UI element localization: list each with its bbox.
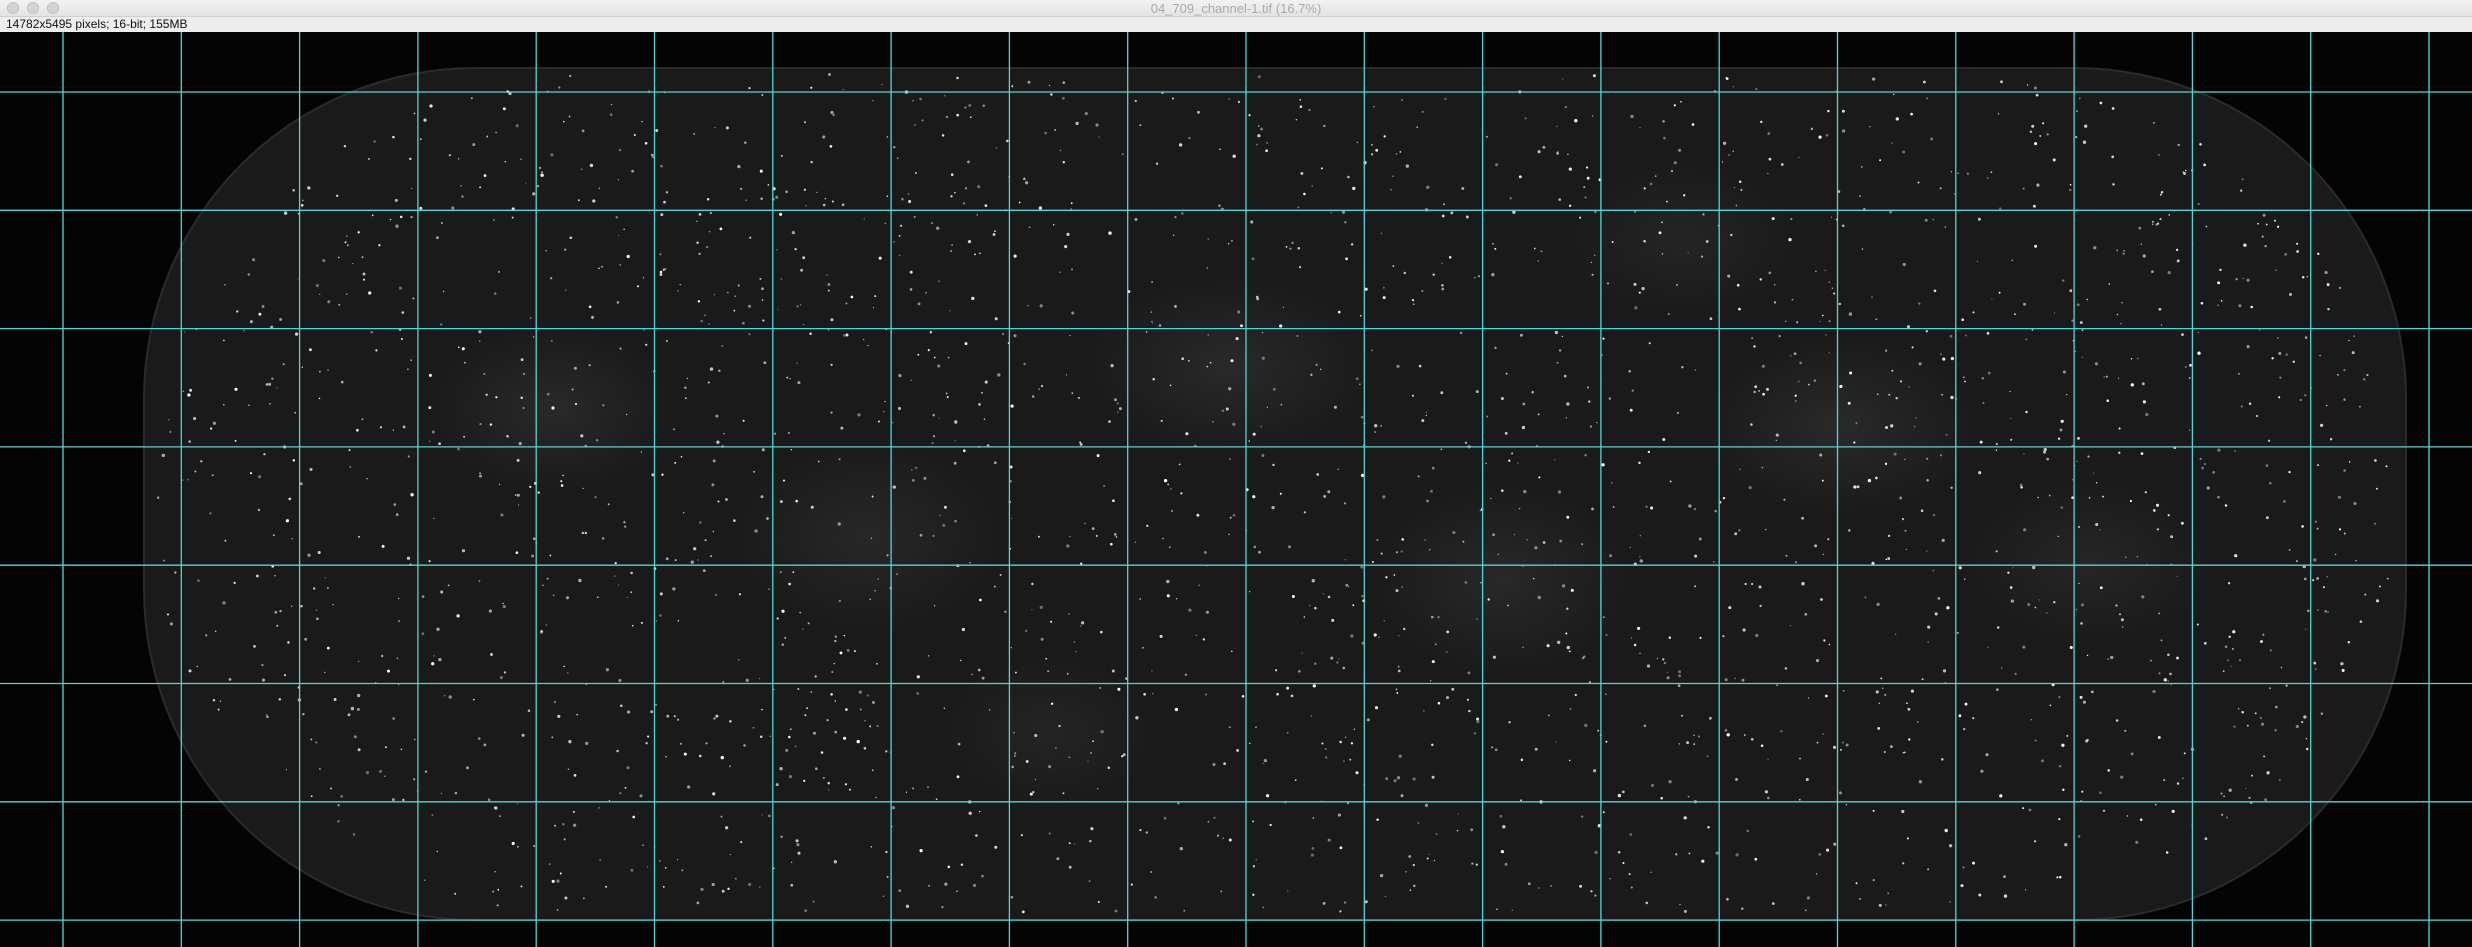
fluorescence-speckles (156, 73, 2389, 914)
grid-overlay (0, 32, 2472, 947)
title-bar[interactable]: 04_709_channel-1.tif (16.7%) (0, 0, 2472, 17)
image-info-bar: 14782x5495 pixels; 16-bit; 155MB (0, 17, 2472, 32)
image-canvas[interactable] (0, 32, 2472, 947)
image-window: 04_709_channel-1.tif (16.7%) 14782x5495 … (0, 0, 2472, 947)
grid-lines (0, 32, 2472, 947)
window-title: 04_709_channel-1.tif (16.7%) (1150, 1, 1322, 16)
image-info-text: 14782x5495 pixels; 16-bit; 155MB (6, 17, 188, 31)
